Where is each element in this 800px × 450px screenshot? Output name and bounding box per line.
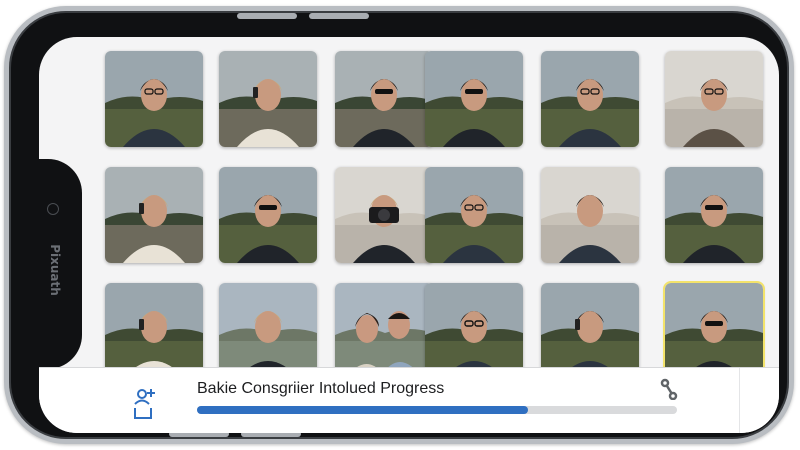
photo-thumbnail[interactable] bbox=[335, 51, 433, 147]
upload-progress-bar: Bakie Consgriier Intolued Progress bbox=[39, 367, 779, 433]
notch: Pixuath bbox=[39, 159, 82, 369]
add-user-icon bbox=[134, 389, 155, 419]
device-brand: Pixuath bbox=[48, 244, 62, 296]
link-icon[interactable] bbox=[659, 378, 679, 400]
progress-fill bbox=[197, 406, 529, 414]
photo-thumbnail[interactable] bbox=[663, 281, 765, 381]
divider bbox=[739, 368, 740, 433]
volume-button bbox=[309, 13, 369, 19]
photo-thumbnail[interactable] bbox=[219, 51, 317, 147]
photo-thumbnail[interactable] bbox=[541, 167, 639, 263]
photo-thumbnail[interactable] bbox=[105, 283, 203, 379]
photo-thumbnail[interactable] bbox=[219, 283, 317, 379]
photo-thumbnail[interactable] bbox=[105, 167, 203, 263]
photo-thumbnail[interactable] bbox=[335, 167, 433, 263]
photo-thumbnail[interactable] bbox=[541, 51, 639, 147]
progress-title: Bakie Consgriier Intolued Progress bbox=[197, 380, 445, 397]
photo-thumbnail[interactable] bbox=[105, 51, 203, 147]
photo-thumbnail[interactable] bbox=[425, 167, 523, 263]
photo-thumbnail[interactable] bbox=[541, 283, 639, 379]
photo-thumbnail[interactable] bbox=[219, 167, 317, 263]
photo-thumbnail[interactable] bbox=[665, 167, 763, 263]
photo-thumbnail[interactable] bbox=[665, 51, 763, 147]
progress-track bbox=[197, 406, 677, 414]
photo-thumbnail[interactable] bbox=[425, 51, 523, 147]
photo-thumbnail[interactable] bbox=[335, 283, 433, 379]
camera-icon bbox=[47, 203, 59, 215]
add-user-button[interactable] bbox=[131, 386, 159, 420]
phone-frame: Pixuath Bakie Consgriier Intolued Progre… bbox=[4, 6, 794, 444]
screen: Pixuath Bakie Consgriier Intolued Progre… bbox=[39, 37, 779, 433]
volume-button bbox=[237, 13, 297, 19]
photo-thumbnail[interactable] bbox=[425, 283, 523, 379]
